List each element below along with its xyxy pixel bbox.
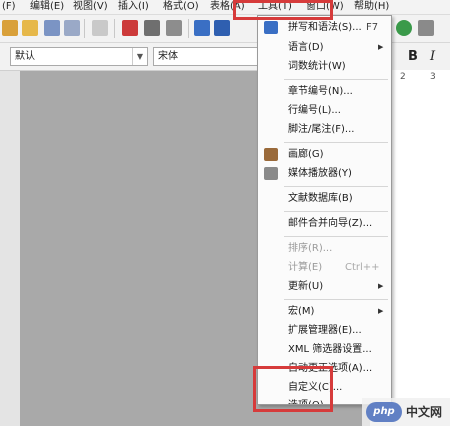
bold-button[interactable]: B (408, 49, 418, 64)
ruler-mark: 3 (430, 72, 436, 82)
spellcheck-icon (264, 21, 278, 34)
menu-tools[interactable]: 工具(T) (258, 0, 292, 14)
watermark: php 中文网 (362, 398, 450, 426)
menu-table[interactable]: 表格(A) (210, 0, 245, 14)
menu-window[interactable]: 窗口(W) (306, 0, 344, 14)
new-document-icon[interactable] (2, 20, 18, 36)
table-icon[interactable] (418, 20, 434, 36)
menu-item-extension-manager[interactable]: 扩展管理器(E)... (258, 321, 391, 340)
menu-item-bibliography-database[interactable]: 文献数据库(B) (258, 189, 391, 208)
submenu-arrow-icon: ▶ (378, 282, 384, 290)
menu-separator (284, 79, 388, 80)
toolbar-separator (114, 19, 115, 38)
menu-separator (284, 211, 388, 212)
ruler-mark: 2 (400, 72, 406, 82)
menu-item-media-player[interactable]: 媒体播放器(Y) (258, 164, 391, 183)
menu-item-chapter-numbering[interactable]: 章节编号(N)... (258, 82, 391, 101)
menu-item-update[interactable]: 更新(U) ▶ (258, 277, 391, 296)
menu-edit[interactable]: 编辑(E) (30, 0, 64, 14)
save-icon[interactable] (44, 20, 60, 36)
watermark-site-text: 中文网 (406, 405, 443, 419)
menu-item-gallery[interactable]: 画廊(G) (258, 145, 391, 164)
italic-button[interactable]: I (430, 49, 435, 64)
open-folder-icon[interactable] (22, 20, 38, 36)
menu-item-language[interactable]: 语言(D) ▶ (258, 38, 391, 57)
menu-insert[interactable]: 插入(I) (118, 0, 149, 14)
menu-bar: (F) 编辑(E) 视图(V) 插入(I) 格式(O) 表格(A) 工具(T) … (0, 0, 450, 15)
menu-item-line-numbering[interactable]: 行编号(L)... (258, 101, 391, 120)
media-player-icon (264, 167, 278, 180)
print-icon[interactable] (144, 20, 160, 36)
auto-spellcheck-icon[interactable] (214, 20, 230, 36)
submenu-arrow-icon: ▶ (378, 307, 384, 315)
menu-separator (284, 186, 388, 187)
submenu-arrow-icon: ▶ (378, 43, 384, 51)
menu-item-sort: 排序(R)... (288, 243, 333, 254)
print-preview-icon[interactable] (166, 20, 182, 36)
font-name-select[interactable]: 宋体 (153, 47, 257, 66)
menu-item-footnotes[interactable]: 脚注/尾注(F)... (258, 120, 391, 139)
gallery-icon (264, 148, 278, 161)
menu-view[interactable]: 视图(V) (73, 0, 108, 14)
menu-format[interactable]: 格式(O) (163, 0, 199, 14)
menu-separator (284, 236, 388, 237)
menu-item-word-count[interactable]: 词数统计(W) (258, 57, 391, 76)
php-logo: php (366, 402, 402, 422)
menu-item-autocorrect-options[interactable]: 自动更正选项(A)... (258, 359, 391, 378)
menu-help[interactable]: 帮助(H) (354, 0, 389, 14)
menu-item-calculate: 计算(E) Ctrl++ (288, 262, 380, 273)
menu-separator (284, 142, 388, 143)
menu-separator (284, 299, 388, 300)
email-icon[interactable] (64, 20, 80, 36)
tools-menu: 拼写和语法(S)... F7 语言(D) ▶ 词数统计(W) 章节编号(N)..… (257, 15, 392, 405)
chevron-down-icon[interactable]: ▼ (132, 48, 147, 65)
menu-item-customize[interactable]: 自定义(C)... (258, 378, 391, 397)
left-pane (0, 71, 20, 426)
export-pdf-icon[interactable] (122, 20, 138, 36)
menu-item-mail-merge-wizard[interactable]: 邮件合并向导(Z)... (258, 214, 391, 233)
menu-item-macros[interactable]: 宏(M) ▶ (258, 302, 391, 321)
menu-file[interactable]: (F) (2, 0, 16, 14)
menu-item-xml-filter-settings[interactable]: XML 筛选器设置... (258, 340, 391, 359)
paragraph-style-value: 默认 (15, 51, 35, 62)
toolbar-separator (84, 19, 85, 38)
font-name-value: 宋体 (158, 51, 178, 62)
paragraph-style-select[interactable]: 默认 ▼ (10, 47, 148, 66)
spellcheck-icon[interactable] (194, 20, 210, 36)
edit-file-icon[interactable] (92, 20, 108, 36)
navigator-icon[interactable] (396, 20, 412, 36)
menu-item-spelling-grammar[interactable]: 拼写和语法(S)... F7 (258, 18, 391, 37)
toolbar-separator (188, 19, 189, 38)
